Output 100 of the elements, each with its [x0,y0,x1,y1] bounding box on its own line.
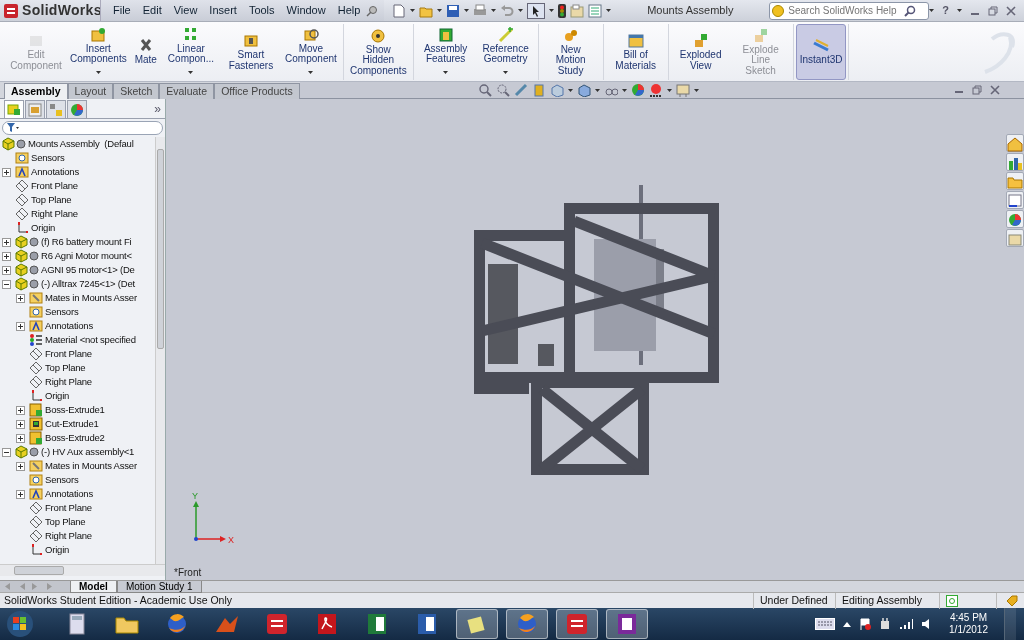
tree-item[interactable]: Origin [43,388,70,404]
viewport-close-icon[interactable] [990,85,1000,95]
menu-item[interactable]: Window [280,2,332,19]
scrollbar[interactable] [155,137,165,564]
ribbon-button[interactable]: Bill of Materials [605,23,666,80]
help-icon[interactable] [946,594,958,607]
keyboard-icon[interactable] [815,618,836,630]
model-tab[interactable]: Motion Study 1 [116,581,202,593]
command-tab[interactable]: Office Products [214,83,300,99]
tree-item[interactable]: Mates in Mounts Asser [43,290,137,306]
ribbon-button[interactable]: New Motion Study [540,23,601,80]
taskbar-app[interactable] [556,609,598,639]
list-icon[interactable] [588,3,603,18]
menu-item[interactable]: Tools [242,2,281,19]
menu-item[interactable]: Help [331,2,367,19]
ribbon-button[interactable]: Assembly Features [415,23,476,80]
tree-item[interactable]: Mates in Mounts Asser [43,458,137,474]
ribbon-button[interactable]: Smart Fasteners [220,23,281,80]
tree-item[interactable]: Front Plane [43,500,92,516]
tree-item[interactable]: Front Plane [43,346,92,362]
tag-icon[interactable] [1006,594,1018,607]
traffic-light-icon[interactable] [558,3,567,18]
select-pointer-icon[interactable] [527,2,546,19]
clock-date: 1/1/2012 [949,624,988,636]
menu-item[interactable]: Edit [136,2,168,19]
tree-item[interactable]: R6 Agni Motor mount< [39,248,132,264]
close-icon[interactable] [1006,5,1016,16]
search-icon[interactable] [904,4,917,17]
tree-item[interactable]: Boss-Extrude2 [43,430,105,446]
pin-icon[interactable] [366,4,379,17]
panel-tab[interactable] [67,100,87,118]
ribbon-button[interactable]: Show Hidden Components [345,23,411,80]
tree-item[interactable]: Top Plane [43,360,86,376]
command-tab[interactable]: Assembly [4,83,68,99]
tree-item[interactable]: (f) R6 battery mount Fi [39,234,132,250]
tree-item[interactable]: Sensors [43,304,79,320]
ribbon-button[interactable]: Linear Compon... [160,23,221,80]
mates-folder-icon [29,459,43,473]
viewport-restore-icon[interactable] [972,85,982,95]
appearance-icon [1007,212,1023,229]
expand-panel-link[interactable]: » [154,100,165,118]
scene-icon[interactable] [649,83,663,97]
tree-item[interactable]: Annotations [43,318,93,334]
task-pane-tab[interactable] [1006,153,1024,171]
search-field[interactable]: Search SolidWorks Help [769,1,930,20]
tree-item[interactable]: Right Plane [29,206,78,222]
tree-item[interactable]: Mounts Assembly (Defaul [26,137,134,152]
tree-item[interactable]: Sensors [29,150,65,166]
panel-tab[interactable] [4,100,24,118]
power-icon[interactable] [879,618,892,630]
tree-item[interactable]: Origin [29,220,56,236]
menu-item[interactable]: View [167,2,204,19]
ribbon-button[interactable]: Instant3D [795,23,847,80]
assembly-icon [15,235,39,249]
caret-icon [568,88,573,92]
axis-label: X [228,535,234,545]
tree-item[interactable]: Annotations [29,164,79,180]
tree-item[interactable]: Origin [43,542,70,558]
tree-item[interactable]: Sensors [43,472,79,488]
tree-item[interactable]: Right Plane [43,528,92,544]
show-hidden-icons-icon[interactable] [843,621,852,627]
model-tab[interactable]: Model [70,581,117,593]
tree-item[interactable]: Cut-Extrude1 [43,416,99,432]
ribbon-button[interactable]: Insert Components [66,23,131,80]
command-tab[interactable]: Sketch [113,83,160,99]
horizontal-scrollbar[interactable] [0,564,165,576]
restore-icon[interactable] [988,5,998,16]
menu-item[interactable]: File [107,2,137,19]
ribbon-button[interactable]: Reference Geometry [475,23,536,80]
new-document-icon[interactable] [392,3,407,18]
appearance-icon[interactable] [631,83,645,97]
taskbar-app[interactable] [606,609,648,639]
tree-item[interactable]: Front Plane [29,178,78,194]
tree-item[interactable]: Top Plane [29,192,72,208]
zoom-fit-icon[interactable] [478,83,492,97]
task-pane-tab[interactable] [1006,210,1024,228]
flag-icon[interactable] [859,618,872,630]
tree-item[interactable]: Annotations [43,486,93,502]
command-tab[interactable]: Layout [67,83,114,99]
printer-icon[interactable] [473,3,488,18]
boss-feature-icon [29,431,43,445]
filter-field[interactable] [2,121,163,135]
tree-item[interactable]: Boss-Extrude1 [43,402,105,418]
panel-tab[interactable] [46,100,66,118]
ribbon-button[interactable]: Mate [130,23,161,80]
tree-item[interactable]: Right Plane [43,374,92,390]
tree-item[interactable]: AGNI 95 motor<1> (De [39,262,135,278]
ribbon-button[interactable]: Move Component [280,23,341,80]
ribbon-button[interactable]: Exploded View [670,23,731,80]
command-tab[interactable]: Evaluate [159,83,215,99]
assembly-icon [15,277,39,291]
help-menu[interactable]: ? [942,2,949,19]
zoom-area-icon[interactable] [496,83,510,97]
tree-item[interactable]: (-) HV Aux assembly<1 [39,444,135,460]
save-icon[interactable] [446,3,461,18]
tree-item[interactable]: (-) Alltrax 7245<1> (Det [39,276,135,292]
tree-item[interactable]: Top Plane [43,514,86,530]
menu-item[interactable]: Insert [203,2,243,19]
signal-icon[interactable] [899,618,914,630]
tree-item[interactable]: Material <not specified [43,332,136,348]
